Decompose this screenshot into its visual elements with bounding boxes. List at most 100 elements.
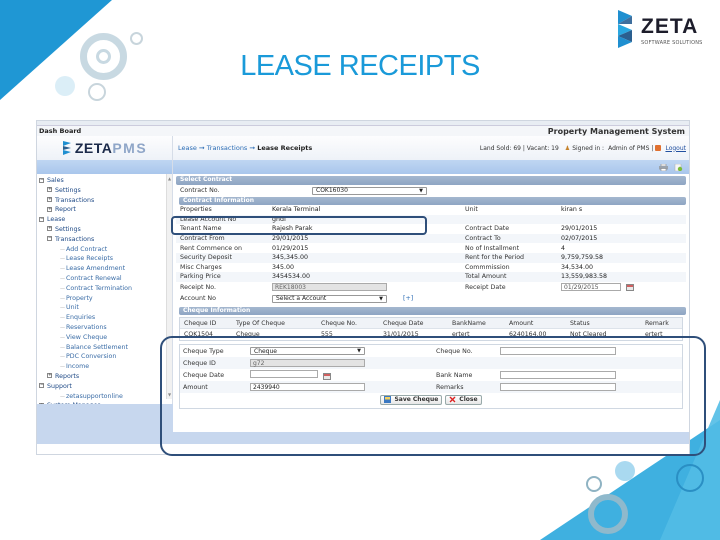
expand-icon[interactable]: +: [47, 187, 52, 193]
sidebar-item-sales[interactable]: − Sales: [37, 176, 172, 186]
sidebar-item-report[interactable]: + Report: [37, 205, 172, 215]
column-header: Cheque Date: [383, 319, 424, 327]
info-value: kiran s: [561, 206, 583, 214]
contract-info-row: Properties Kerala Terminal Unit kiran s: [176, 205, 686, 215]
receipt-date-field[interactable]: 01/29/2015: [561, 283, 621, 292]
sidebar-item-lease-amendment[interactable]: Lease Amendment: [37, 264, 172, 274]
sidebar-item-label: Transactions: [55, 196, 95, 204]
sidebar-item-settings[interactable]: + Settings: [37, 186, 172, 196]
dashboard-link[interactable]: Dash Board: [39, 127, 81, 135]
info-value: 34,534.00: [561, 263, 594, 271]
sidebar-item-label: zetasupportonline: [66, 392, 123, 400]
land-stats: Land Sold: 69 | Vacant: 19: [479, 144, 559, 152]
info-value: 01/29/2015: [272, 244, 309, 252]
sidebar-item-reservations[interactable]: Reservations: [37, 323, 172, 333]
collapse-icon[interactable]: −: [39, 177, 44, 183]
zeta-logo: ZETA SOFTWARE SOLUTIONS: [614, 10, 714, 50]
sidebar-item-label: Balance Settlement: [66, 343, 129, 351]
receipt-date-label: Receipt Date: [465, 283, 506, 291]
info-label: Rent for the Period: [465, 254, 525, 262]
info-value: 9,759,759.58: [561, 254, 604, 262]
highlight-lease-account: [171, 216, 427, 235]
expand-icon[interactable]: +: [47, 373, 52, 379]
sidebar-item-label: Reservations: [66, 323, 107, 331]
info-label: Rent Commence on: [180, 244, 242, 252]
info-value: 29/01/2015: [561, 225, 598, 233]
breadcrumb-transactions[interactable]: Transactions: [207, 144, 248, 152]
sidebar-item-add-contract[interactable]: Add Contract: [37, 245, 172, 255]
sidebar-item-support[interactable]: − Support: [37, 382, 172, 392]
sidebar-item-label: Settings: [55, 225, 81, 233]
column-header: Remark: [645, 319, 669, 327]
sidebar-item-label: Property: [66, 294, 93, 302]
sidebar-item-label: Income: [66, 363, 90, 371]
sidebar-item-pdc-conversion[interactable]: PDC Conversion: [37, 352, 172, 362]
sidebar-item-label: Contract Termination: [66, 284, 133, 292]
sidebar-item-income[interactable]: Income: [37, 362, 172, 372]
decorative-ring-small: [130, 32, 143, 45]
highlight-cheque-section: [160, 336, 706, 456]
account-no-select[interactable]: Select a Account ▼: [272, 294, 387, 303]
sidebar-item-enquiries[interactable]: Enquiries: [37, 313, 172, 323]
sidebar-item-label: Report: [55, 206, 76, 214]
sidebar-item-contract-renewal[interactable]: Contract Renewal: [37, 274, 172, 284]
status-area: Land Sold: 69 | Vacant: 19 ♟ Signed in :…: [480, 136, 689, 160]
add-account-link[interactable]: [+]: [403, 295, 413, 302]
sidebar-item-reports[interactable]: + Reports: [37, 372, 172, 382]
scroll-up-icon[interactable]: ▲: [168, 176, 171, 181]
brand-primary: ZETA: [74, 140, 113, 156]
contract-info-row: Rent Commence on 01/29/2015 No of Installm…: [176, 243, 686, 253]
sidebar-item-view-cheque[interactable]: View Cheque: [37, 333, 172, 343]
contract-no-select[interactable]: COK16030 ▼: [312, 186, 427, 195]
info-label: Contract Date: [465, 225, 510, 233]
sidebar-item-label: PDC Conversion: [66, 353, 117, 361]
sidebar-item-label: View Cheque: [66, 333, 108, 341]
sidebar-item-label: Support: [47, 382, 72, 390]
info-label: Unit: [465, 206, 478, 214]
contract-no-row: Contract No. COK16030 ▼: [176, 184, 686, 197]
decorative-ring-small: [88, 83, 106, 101]
info-value: 345,345.00: [272, 254, 309, 262]
column-header: Status: [570, 319, 590, 327]
expand-icon[interactable]: +: [47, 226, 52, 232]
info-value: 3454534.00: [272, 273, 311, 281]
sidebar-item-unit[interactable]: Unit: [37, 303, 172, 313]
column-header: BankName: [452, 319, 486, 327]
column-header: Amount: [509, 319, 534, 327]
print-icon[interactable]: [659, 163, 668, 171]
contract-info-row: Contract From 29/01/2015 Contract To 02/07/…: [176, 233, 686, 244]
export-icon[interactable]: [674, 163, 683, 171]
sidebar-item-label: Sales: [47, 177, 64, 184]
sidebar-item-contract-termination[interactable]: Contract Termination: [37, 284, 172, 294]
sidebar-item-transactions[interactable]: − Transactions: [37, 235, 172, 245]
info-label: No of Installment: [465, 244, 520, 252]
collapse-icon[interactable]: −: [47, 236, 52, 242]
nav-tree: − Sales + Settings + Transactions + Report − Leas…: [37, 176, 172, 411]
expand-icon[interactable]: +: [47, 197, 52, 203]
info-label: Misc Charges: [180, 263, 222, 271]
expand-icon[interactable]: +: [47, 206, 52, 212]
collapse-icon[interactable]: −: [39, 383, 44, 389]
zetapms-logo: ZETA PMS: [37, 136, 173, 160]
decorative-ring-small: [586, 476, 602, 492]
decorative-dot: [615, 461, 635, 481]
sidebar-item-transactions[interactable]: + Transactions: [37, 196, 172, 206]
sidebar-item-lease-receipts[interactable]: Lease Receipts: [37, 254, 172, 264]
calendar-icon[interactable]: [626, 283, 635, 291]
collapse-icon[interactable]: −: [39, 216, 44, 222]
dashboard-bar: Dash Board Property Management System: [37, 126, 689, 136]
sidebar-item-label: Lease: [47, 216, 66, 224]
select-contract-header: Select Contract: [176, 176, 686, 185]
breadcrumb-lease[interactable]: Lease: [178, 144, 197, 152]
sidebar-item-settings[interactable]: + Settings: [37, 225, 172, 235]
logout-link[interactable]: Logout: [665, 145, 686, 152]
cheque-info-header: Cheque Information: [179, 306, 686, 316]
sidebar-item-label: Lease Receipts: [66, 255, 114, 263]
sidebar-item-lease[interactable]: − Lease: [37, 215, 172, 225]
receipt-no-label: Receipt No.: [180, 283, 216, 291]
info-label: Commmission: [465, 263, 510, 271]
sidebar-item-zetasupportonline[interactable]: zetasupportonline: [37, 392, 172, 402]
sidebar-item-balance-settlement[interactable]: Balance Settlement: [37, 343, 172, 353]
sidebar-item-property[interactable]: Property: [37, 294, 172, 304]
receipt-no-field[interactable]: REK18003: [272, 283, 387, 292]
